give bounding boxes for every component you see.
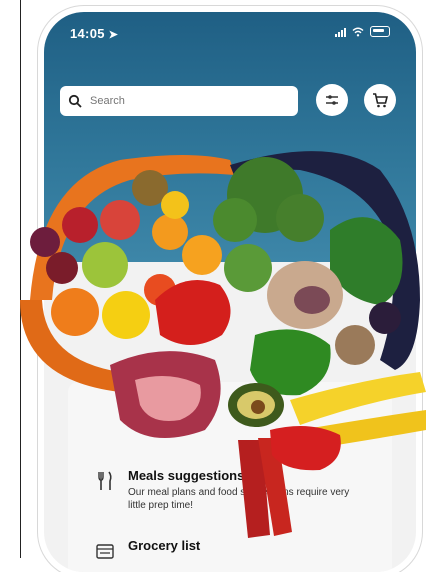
cart-button[interactable] xyxy=(364,84,396,116)
meals-icon xyxy=(98,471,112,490)
signal-icon xyxy=(335,27,346,37)
app-header: 14:05 ➤ xyxy=(44,12,416,262)
feature-description: Our meal plans and food suggestions requ… xyxy=(128,487,350,511)
page-divider xyxy=(20,0,21,558)
phone-frame: 14:05 ➤ Search Meals suggestions Our mea… xyxy=(44,12,416,572)
location-arrow-icon: ➤ xyxy=(108,29,119,41)
status-icons xyxy=(335,26,390,37)
wifi-icon xyxy=(352,27,364,36)
battery-icon xyxy=(370,26,390,37)
filter-icon xyxy=(326,95,338,105)
feature-grocery[interactable]: Grocery list xyxy=(94,538,368,562)
search-icon xyxy=(68,94,82,108)
feature-title: Grocery list xyxy=(128,538,201,553)
feature-title: Meals suggestions xyxy=(128,468,245,483)
filter-button[interactable] xyxy=(316,84,348,116)
grocery-list-icon xyxy=(96,544,114,559)
cart-icon xyxy=(373,92,388,107)
search-bar[interactable] xyxy=(60,86,298,116)
status-time-group: 14:05 ➤ xyxy=(70,26,118,41)
feature-meals[interactable]: Meals suggestions Our meal plans and foo… xyxy=(94,468,368,512)
status-time: 14:05 xyxy=(70,26,105,41)
status-bar: 14:05 ➤ xyxy=(44,12,416,52)
search-input[interactable] xyxy=(88,94,292,108)
